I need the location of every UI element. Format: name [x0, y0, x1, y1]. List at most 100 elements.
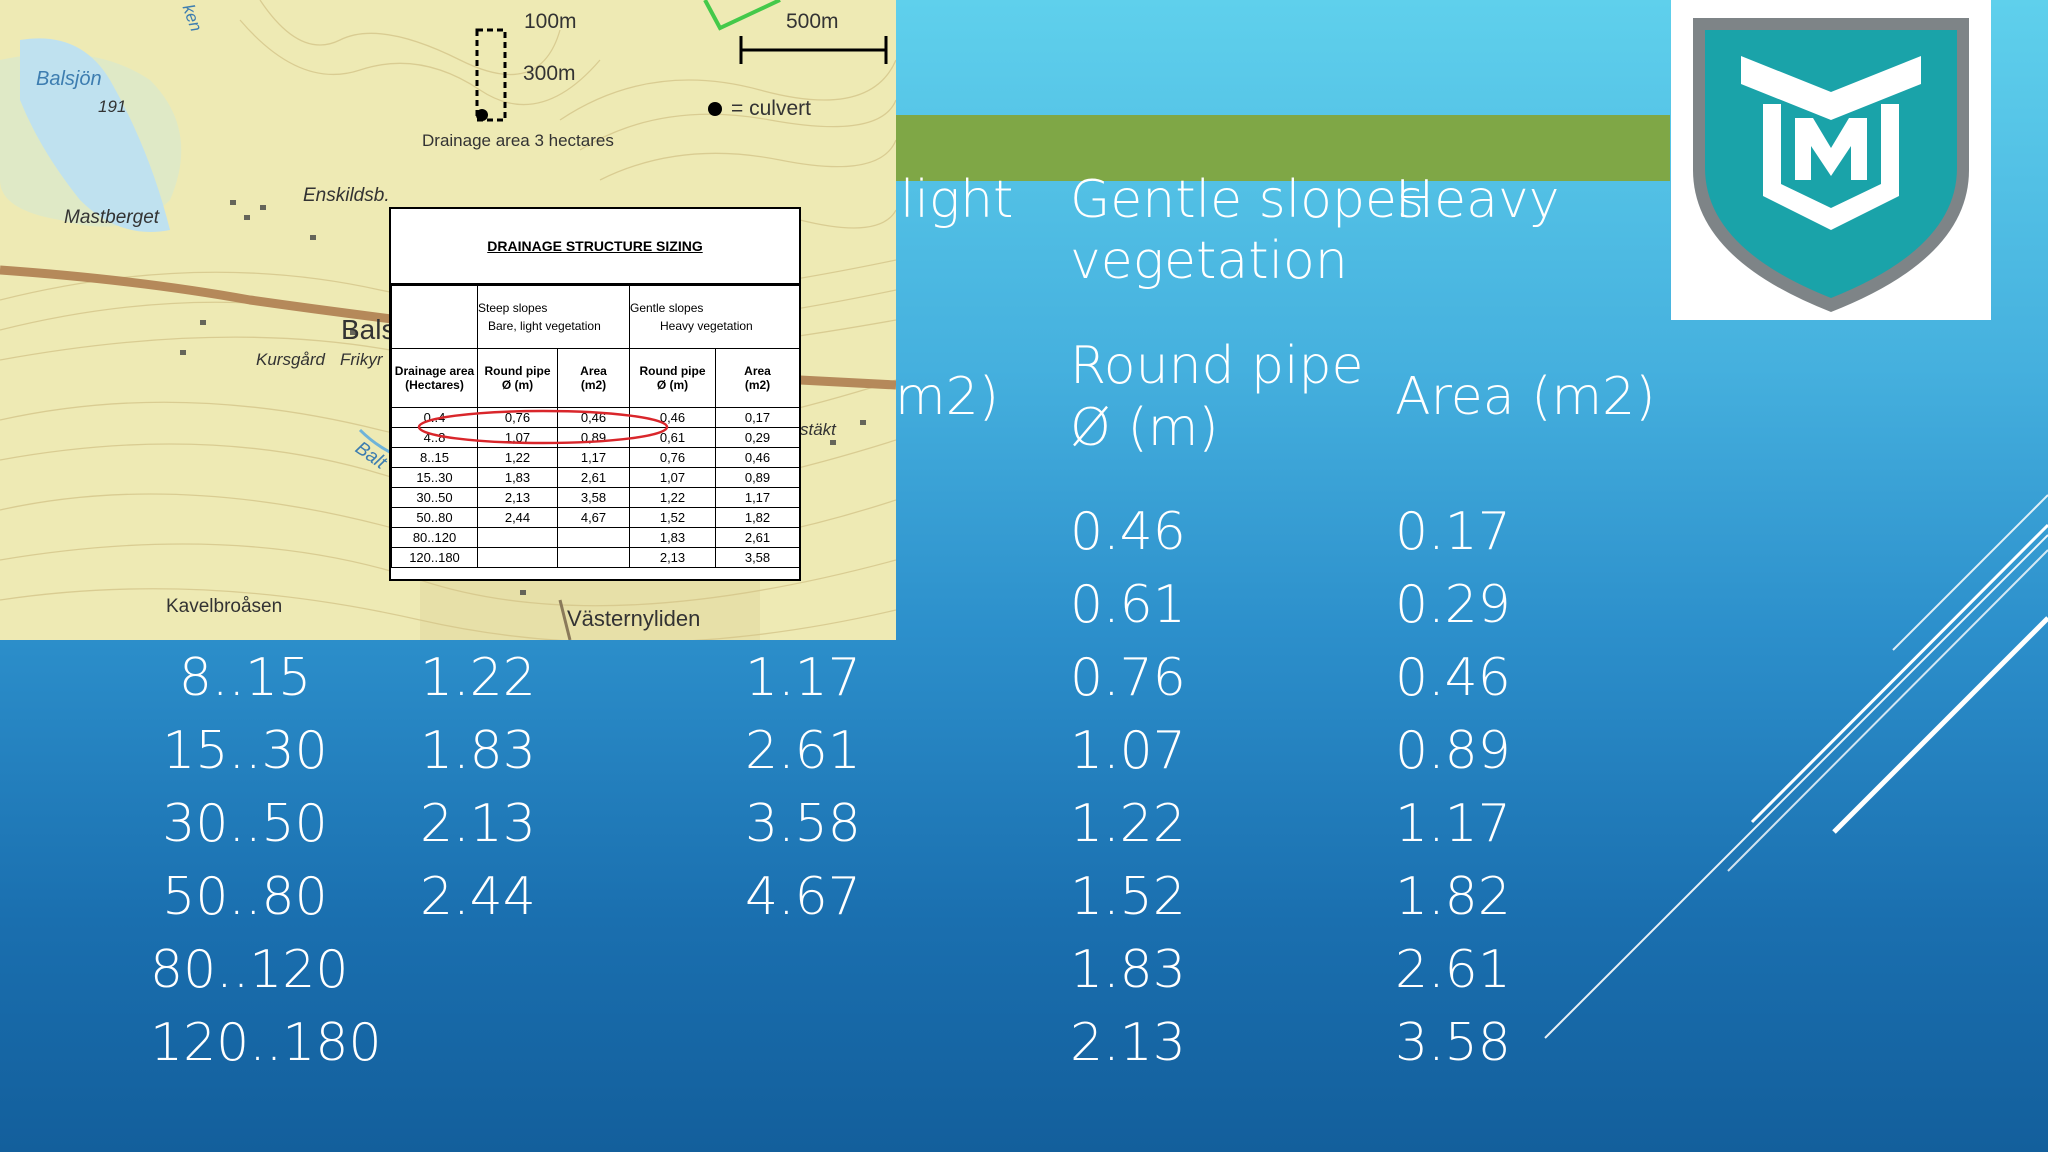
- col-gentle-pipe-header: Round pipe Ø (m): [629, 348, 716, 408]
- cell-steep-pipe: 2.44: [420, 867, 536, 927]
- header-steep-partial: light: [900, 170, 1014, 230]
- cell-steep-pipe: 2.13: [420, 794, 536, 854]
- map-place-stakt: stäkt: [800, 420, 836, 439]
- drainage-table-title: DRAINAGE STRUCTURE SIZING: [391, 209, 799, 285]
- col-area-l2: (Hectares): [405, 378, 464, 392]
- table-cell: 80..120: [391, 527, 478, 548]
- header-gentle-line1: Gentle slopes: [1070, 170, 1425, 230]
- table-cell: 0,29: [714, 427, 801, 448]
- slide: light Gentle slopes vegetation Heavy m2)…: [0, 0, 2048, 1152]
- map-scale-300: 300m: [523, 62, 576, 85]
- table-cell: 30..50: [391, 487, 478, 508]
- map-place-enskildsb: Enskildsb.: [303, 185, 390, 206]
- col-m2-l1: Area: [744, 364, 771, 378]
- table-cell: [477, 547, 558, 568]
- table-cell: 3,58: [714, 547, 801, 568]
- cell-gentle-pipe: 0.46: [1070, 502, 1186, 562]
- map-place-vasternyliden: Västernyliden: [567, 606, 701, 631]
- table-cell: [557, 547, 630, 568]
- table-cell: 15..30: [391, 467, 478, 488]
- cell-steep-pipe: 1.22: [420, 648, 536, 708]
- cell-gentle-area: 0.29: [1395, 575, 1511, 635]
- table-row: 120..180 2,13 3,58: [391, 547, 801, 568]
- cell-steep-pipe: 1.83: [420, 721, 536, 781]
- col-area-l1: Drainage area: [394, 364, 475, 378]
- cell-drainage-area: 120..180: [150, 1013, 382, 1073]
- cell-gentle-pipe: 1.07: [1070, 721, 1186, 781]
- map-culvert-legend: = culvert: [731, 97, 811, 120]
- col-pipe-l2: Ø (m): [656, 378, 689, 392]
- table-cell: 8..15: [391, 447, 478, 468]
- map-scale-100: 100m: [524, 10, 577, 33]
- cell-steep-area: 1.17: [745, 648, 861, 708]
- cell-steep-area: 3.58: [745, 794, 861, 854]
- header-round-pipe-line2: Ø (m): [1070, 398, 1219, 458]
- steep-slopes-line1: Steep slopes: [478, 301, 548, 315]
- drainage-sizing-table: DRAINAGE STRUCTURE SIZING Steep slopes B…: [389, 207, 801, 581]
- table-cell: 1,83: [629, 527, 716, 548]
- col-steep-area-header: Area (m2): [557, 348, 630, 408]
- map-image: 100m 300m 500m = culvert Drainage area 3…: [0, 0, 896, 640]
- col-pipe-l1: Round pipe: [639, 364, 706, 378]
- cell-gentle-area: 0.89: [1395, 721, 1511, 781]
- table-row: 15..30 1,83 2,61 1,07 0,89: [391, 467, 801, 488]
- cell-gentle-pipe: 0.61: [1070, 575, 1186, 635]
- table-cell: 0,76: [629, 447, 716, 468]
- table-cell: 2,61: [714, 527, 801, 548]
- table-cell: 0,17: [714, 407, 801, 428]
- cell-gentle-area: 1.82: [1395, 867, 1511, 927]
- table-cell: 1,17: [557, 447, 630, 468]
- table-cell: [557, 527, 630, 548]
- cell-gentle-area: 3.58: [1395, 1013, 1511, 1073]
- col-m2-l2: (m2): [744, 378, 771, 392]
- map-place-kursgard: Kursgård: [256, 350, 325, 369]
- table-cell: 0,46: [714, 447, 801, 468]
- cell-gentle-pipe: 1.52: [1070, 867, 1186, 927]
- table-cell: 1,52: [629, 507, 716, 528]
- table-cell: 1,22: [477, 447, 558, 468]
- table-cell: 2,61: [557, 467, 630, 488]
- header-heavy: Heavy: [1395, 170, 1560, 230]
- col-m2-l1: Area: [580, 364, 607, 378]
- table-cell: 4,67: [557, 507, 630, 528]
- cell-gentle-area: 2.61: [1395, 940, 1511, 1000]
- map-elevation-191: 191: [98, 97, 127, 116]
- table-cell: 1,82: [714, 507, 801, 528]
- cell-gentle-pipe: 1.83: [1070, 940, 1186, 1000]
- map-place-bals: Bals: [341, 314, 396, 345]
- cell-steep-area: 4.67: [745, 867, 861, 927]
- gentle-slopes-line2: Heavy vegetation: [660, 319, 753, 333]
- header-area: Area (m2): [1395, 367, 1656, 427]
- cell-steep-area: 2.61: [745, 721, 861, 781]
- map-place-balsjon: Balsjön: [36, 68, 102, 90]
- cell-gentle-area: 0.17: [1395, 502, 1511, 562]
- col-drainage-area-header: Drainage area (Hectares): [391, 348, 478, 408]
- highlight-ellipse-icon: [417, 409, 669, 445]
- table-cell: 50..80: [391, 507, 478, 528]
- header-gentle-line2: vegetation: [1070, 231, 1348, 291]
- table-corner-cell: [391, 285, 478, 349]
- col-pipe-l1: Round pipe: [484, 364, 551, 378]
- cell-gentle-area: 0.46: [1395, 648, 1511, 708]
- table-row: 8..15 1,22 1,17 0,76 0,46: [391, 447, 801, 468]
- cell-drainage-area: 15..30: [162, 721, 328, 781]
- table-row: 30..50 2,13 3,58 1,22 1,17: [391, 487, 801, 508]
- table-cell: 1,17: [714, 487, 801, 508]
- col-m2-l2: (m2): [580, 378, 607, 392]
- col-gentle-area-header: Area (m2): [714, 348, 801, 408]
- header-round-pipe-line1: Round pipe: [1070, 336, 1364, 396]
- table-cell: 0,89: [714, 467, 801, 488]
- map-place-mastberget: Mastberget: [64, 207, 160, 228]
- cell-gentle-pipe: 1.22: [1070, 794, 1186, 854]
- gentle-slopes-header: Gentle slopes Heavy vegetation: [628, 285, 801, 349]
- cell-drainage-area: 30..50: [162, 794, 328, 854]
- col-pipe-l2: Ø (m): [501, 378, 534, 392]
- table-cell: 1,22: [629, 487, 716, 508]
- table-cell: 2,44: [477, 507, 558, 528]
- table-cell: 1,83: [477, 467, 558, 488]
- cell-gentle-pipe: 0.76: [1070, 648, 1186, 708]
- table-cell: 3,58: [557, 487, 630, 508]
- table-row: 80..120 1,83 2,61: [391, 527, 801, 548]
- gentle-slopes-line1: Gentle slopes: [630, 301, 704, 315]
- table-cell: 2,13: [629, 547, 716, 568]
